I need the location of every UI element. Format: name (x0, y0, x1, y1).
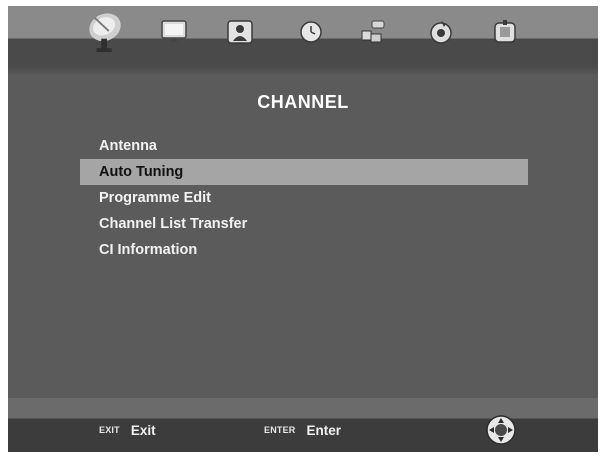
exit-hint[interactable]: EXIT Exit (96, 421, 156, 439)
exit-label: Exit (130, 422, 156, 438)
exit-key-badge: EXIT (99, 425, 120, 435)
enter-label: Enter (306, 422, 342, 438)
menu-item-ci-information[interactable]: CI Information (80, 237, 528, 263)
lock-icon[interactable] (353, 12, 393, 52)
navigation-pad-icon (485, 414, 517, 446)
settings-disc-icon[interactable] (421, 12, 461, 52)
monitor-icon[interactable] (154, 12, 194, 52)
usb-media-icon[interactable] (485, 12, 525, 52)
page-title: CHANNEL (257, 92, 349, 112)
menu-item-antenna[interactable]: Antenna (80, 133, 528, 159)
enter-key-badge: ENTER (264, 425, 296, 435)
channel-menu: Antenna Auto Tuning Programme Edit Chann… (80, 133, 528, 263)
menu-item-auto-tuning[interactable]: Auto Tuning (80, 159, 528, 185)
menu-item-programme-edit[interactable]: Programme Edit (80, 185, 528, 211)
menu-item-channel-list-transfer[interactable]: Channel List Transfer (80, 211, 528, 237)
speaker-icon[interactable] (220, 12, 260, 52)
enter-hint[interactable]: ENTER Enter (261, 421, 341, 439)
satellite-dish-icon[interactable] (86, 12, 126, 52)
top-icon-bar (8, 6, 598, 74)
clock-icon[interactable] (291, 12, 331, 52)
tv-menu-screen: CHANNEL Antenna Auto Tuning Programme Ed… (8, 6, 598, 452)
